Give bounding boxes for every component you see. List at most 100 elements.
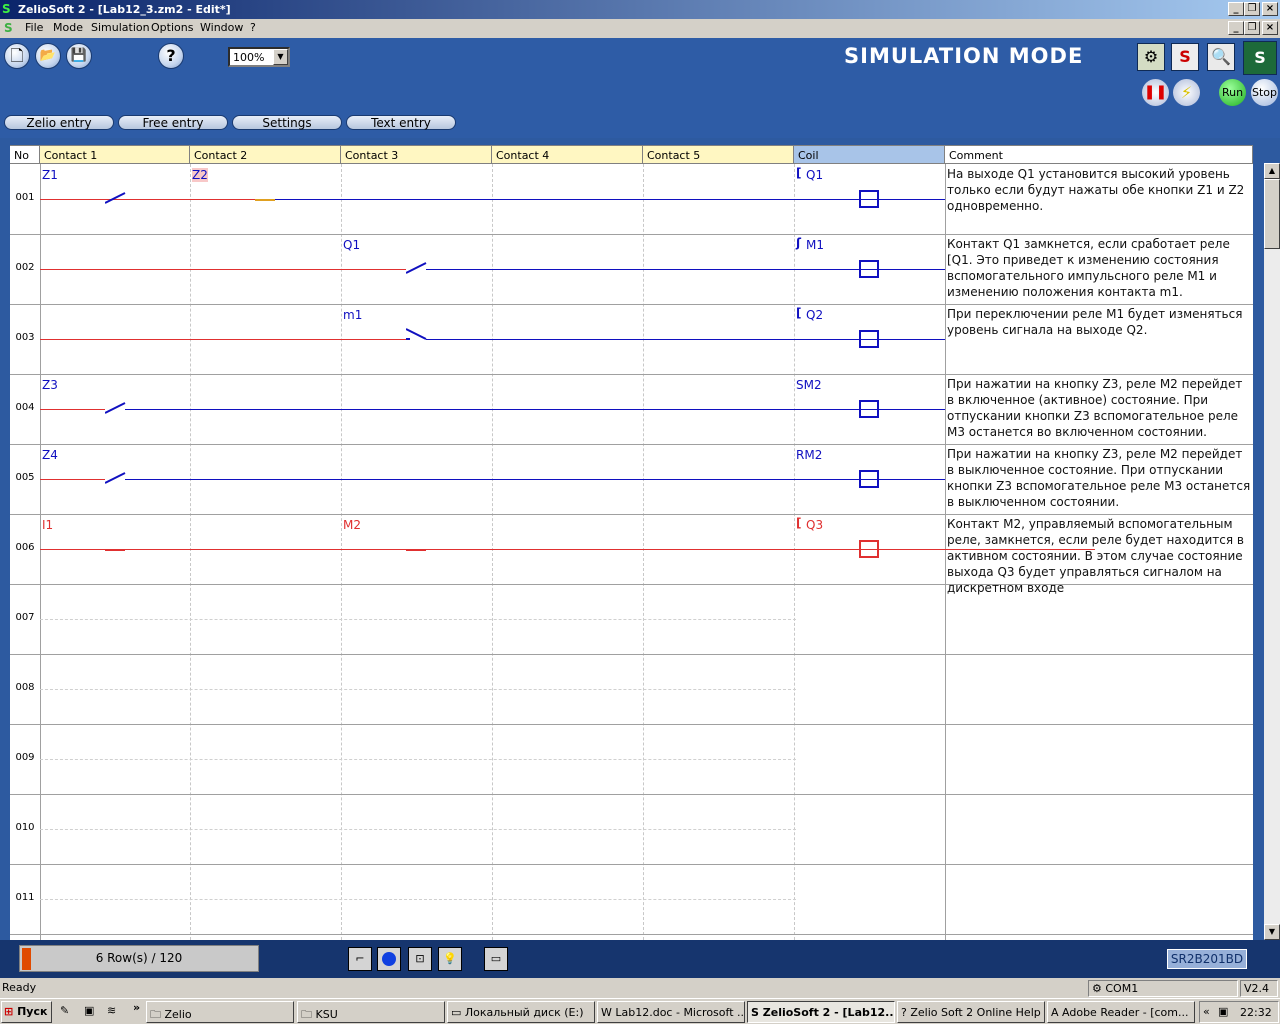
display-icon[interactable]: ▭ bbox=[484, 947, 508, 971]
tray-chevron-icon[interactable]: « bbox=[1203, 1005, 1210, 1018]
row-number: 004 bbox=[10, 402, 40, 413]
port-icon: ⚙ bbox=[1092, 982, 1106, 995]
restore-button[interactable]: ❐ bbox=[1244, 2, 1260, 16]
power-cut-icon[interactable]: ⚡ bbox=[1173, 79, 1200, 106]
contact-label[interactable]: m1 bbox=[343, 308, 362, 322]
menu-simulation[interactable]: Simulation bbox=[91, 21, 150, 34]
contact-label[interactable]: Z3 bbox=[42, 378, 58, 392]
help-icon[interactable]: ? bbox=[158, 43, 184, 69]
tab-zelio-entry[interactable]: Zelio entry bbox=[4, 115, 114, 130]
pause-icon[interactable]: ❚❚ bbox=[1142, 79, 1169, 106]
stop-button[interactable]: Stop bbox=[1251, 79, 1278, 106]
menu-help[interactable]: ? bbox=[250, 21, 256, 34]
search-icon[interactable]: 🔍 bbox=[1207, 43, 1235, 71]
contact-label[interactable]: I1 bbox=[42, 518, 53, 532]
vertical-scrollbar[interactable]: ▲ ▼ bbox=[1264, 163, 1280, 940]
task-label: Lab12.doc - Microsoft ... bbox=[615, 1006, 745, 1019]
s-button[interactable]: S bbox=[1171, 43, 1199, 71]
contact-label[interactable]: Z1 bbox=[42, 168, 58, 182]
rung-comment[interactable]: Контакт M2, управляемый вспомогательным … bbox=[947, 516, 1253, 596]
coil-symbol[interactable] bbox=[859, 470, 879, 488]
coil-wire bbox=[879, 339, 945, 340]
task-local-disk[interactable]: ▭ Локальный диск (E:) bbox=[447, 1001, 595, 1023]
monitor-icon[interactable]: ⚙ bbox=[1137, 43, 1165, 71]
contact-label[interactable]: Z4 bbox=[42, 448, 58, 462]
rung-comment[interactable]: При нажатии на кнопку Z3, реле M2 перейд… bbox=[947, 376, 1253, 440]
coil-label[interactable]: Q3 bbox=[806, 518, 823, 532]
quicklaunch-icon[interactable]: ✎ bbox=[60, 1004, 69, 1017]
rows-info-text: 6 Row(s) / 120 bbox=[95, 951, 183, 965]
coil-label[interactable]: RM2 bbox=[796, 448, 822, 462]
tab-free-entry[interactable]: Free entry bbox=[118, 115, 228, 130]
task-zeliosoft[interactable]: S ZelioSoft 2 - [Lab12... bbox=[747, 1001, 895, 1023]
doc-restore-button[interactable]: ❐ bbox=[1244, 21, 1260, 35]
function-block-icon[interactable]: ⊡ bbox=[408, 947, 432, 971]
coil-symbol[interactable] bbox=[859, 190, 879, 208]
save-icon[interactable]: 💾 bbox=[66, 43, 92, 69]
open-folder-icon[interactable]: 📂 bbox=[35, 43, 61, 69]
progress-indicator bbox=[22, 948, 31, 970]
menu-window[interactable]: Window bbox=[200, 21, 243, 34]
task-online-help[interactable]: ? Zelio Soft 2 Online Help bbox=[897, 1001, 1045, 1023]
contact-label[interactable]: M2 bbox=[343, 518, 361, 532]
tray-app-icon[interactable]: ▣ bbox=[1218, 1005, 1228, 1018]
closed-contact bbox=[105, 549, 125, 551]
rung-wire-powered bbox=[40, 269, 406, 270]
coil-symbol[interactable] bbox=[859, 400, 879, 418]
empty-row-guide bbox=[40, 759, 796, 760]
contact-label[interactable]: Q1 bbox=[343, 238, 360, 252]
coil-tool-icon[interactable] bbox=[377, 947, 401, 971]
scroll-down-icon[interactable]: ▼ bbox=[1264, 924, 1280, 940]
rung-comment[interactable]: При нажатии на кнопку Z3, реле M2 перейд… bbox=[947, 446, 1253, 510]
tab-settings[interactable]: Settings bbox=[232, 115, 342, 130]
column-divider bbox=[643, 164, 644, 940]
rung-wire-powered bbox=[40, 479, 105, 480]
doc-minimize-button[interactable]: _ bbox=[1228, 21, 1244, 35]
menu-file[interactable]: File bbox=[25, 21, 43, 34]
task-adobe-reader[interactable]: A Adobe Reader - [com... bbox=[1047, 1001, 1195, 1023]
chevron-down-icon[interactable]: ▼ bbox=[273, 49, 288, 65]
coil-label[interactable]: Q1 bbox=[806, 168, 823, 182]
tab-text-entry[interactable]: Text entry bbox=[346, 115, 456, 130]
column-header: Coil bbox=[794, 145, 945, 164]
minimize-button[interactable]: _ bbox=[1228, 2, 1244, 16]
task-ksu[interactable]: 🗀 KSU bbox=[297, 1001, 445, 1023]
scroll-thumb[interactable] bbox=[1264, 179, 1280, 249]
start-label: Пуск bbox=[17, 1005, 48, 1018]
row-number: 001 bbox=[10, 192, 40, 203]
new-file-icon[interactable]: 🗋 bbox=[4, 43, 30, 69]
window-title: ZelioSoft 2 - [Lab12_3.zm2 - Edit*] bbox=[18, 3, 231, 16]
coil-symbol[interactable] bbox=[859, 330, 879, 348]
coil-label[interactable]: M1 bbox=[806, 238, 824, 252]
menu-options[interactable]: Options bbox=[151, 21, 193, 34]
column-header: No bbox=[10, 145, 40, 164]
menu-mode[interactable]: Mode bbox=[53, 21, 83, 34]
coil-symbol[interactable] bbox=[859, 540, 879, 558]
doc-close-button[interactable]: × bbox=[1262, 21, 1278, 35]
status-text: Ready bbox=[2, 981, 37, 994]
task-zelio[interactable]: 🗀 Zelio bbox=[146, 1001, 294, 1023]
coil-label[interactable]: Q2 bbox=[806, 308, 823, 322]
rung-comment[interactable]: При переключении реле M1 будет изменятьс… bbox=[947, 306, 1253, 338]
row-separator bbox=[10, 234, 1253, 235]
task-word[interactable]: W Lab12.doc - Microsoft ... bbox=[597, 1001, 745, 1023]
bulb-icon[interactable]: 💡 bbox=[438, 947, 462, 971]
row-number: 002 bbox=[10, 262, 40, 273]
scroll-up-icon[interactable]: ▲ bbox=[1264, 163, 1280, 179]
empty-row-guide bbox=[40, 829, 796, 830]
coil-prefix-icon: [ bbox=[796, 516, 802, 530]
contact-tool-icon[interactable]: ⌐ bbox=[348, 947, 372, 971]
close-button[interactable]: × bbox=[1262, 2, 1278, 16]
rung-comment[interactable]: На выходе Q1 установится высокий уровень… bbox=[947, 166, 1253, 214]
coil-label[interactable]: SM2 bbox=[796, 378, 822, 392]
zoom-select[interactable]: 100% ▼ bbox=[228, 47, 290, 67]
contact-label[interactable]: Z2 bbox=[192, 168, 208, 182]
quicklaunch-app-icon[interactable]: ≋ bbox=[107, 1004, 116, 1017]
chevron-icon[interactable]: » bbox=[133, 1001, 140, 1014]
quicklaunch-terminal-icon[interactable]: ▣ bbox=[84, 1004, 94, 1017]
document-icon: S bbox=[4, 21, 13, 35]
run-button[interactable]: Run bbox=[1219, 79, 1246, 106]
rung-comment[interactable]: Контакт Q1 замкнется, если сработает рел… bbox=[947, 236, 1253, 300]
coil-symbol[interactable] bbox=[859, 260, 879, 278]
start-button[interactable]: ⊞ Пуск bbox=[1, 1001, 52, 1023]
